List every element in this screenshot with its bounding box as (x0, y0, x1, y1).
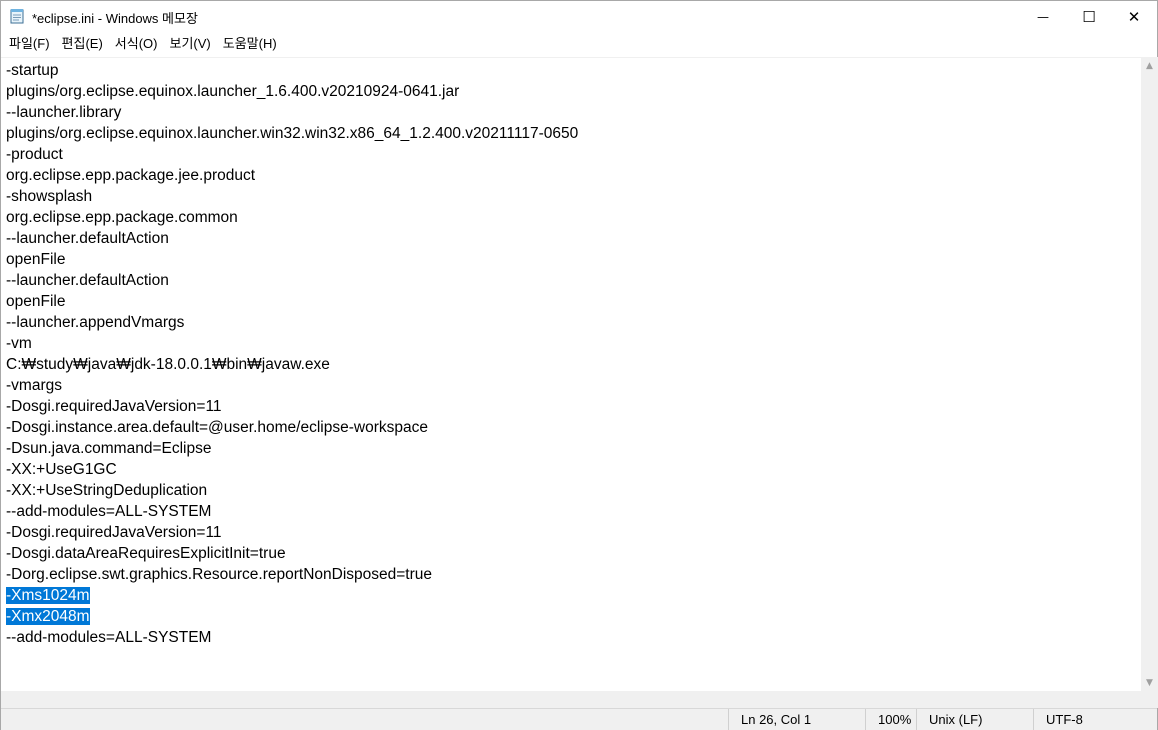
line-text: -showsplash (6, 188, 93, 205)
line-text: plugins/org.eclipse.equinox.launcher.win… (6, 125, 579, 142)
menu-help[interactable]: 도움말(H) (217, 33, 283, 55)
line-text: -Dosgi.requiredJavaVersion=11 (6, 398, 222, 415)
menu-view[interactable]: 보기(V) (163, 33, 216, 55)
text-line[interactable]: -XX:+UseStringDeduplication (6, 480, 578, 501)
line-text: --launcher.appendVmargs (6, 314, 185, 331)
text-line[interactable]: C:₩study₩java₩jdk-18.0.0.1₩bin₩javaw.exe (6, 354, 578, 375)
line-text: -XX:+UseG1GC (6, 461, 117, 478)
text-line[interactable]: -vm (6, 333, 578, 354)
horizontal-scrollbar[interactable] (1, 691, 1141, 708)
close-icon: ✕ (1127, 7, 1141, 26)
line-text: org.eclipse.epp.package.jee.product (6, 167, 256, 184)
minimize-icon: — (1037, 9, 1049, 24)
line-text: -vmargs (6, 377, 62, 394)
text-line[interactable]: -Dosgi.requiredJavaVersion=11 (6, 396, 578, 417)
line-text: --add-modules=ALL-SYSTEM (6, 629, 212, 646)
maximize-button[interactable]: ☐ (1066, 1, 1112, 32)
line-text: -vm (6, 335, 32, 352)
text-line[interactable]: -Dosgi.instance.area.default=@user.home/… (6, 417, 578, 438)
text-line[interactable]: -Xms1024m (6, 585, 578, 606)
line-text: --add-modules=ALL-SYSTEM (6, 503, 212, 520)
line-text: -XX:+UseStringDeduplication (6, 482, 208, 499)
line-text: --launcher.library (6, 104, 122, 121)
selected-text: -Xms1024m (6, 587, 90, 604)
window-title: *eclipse.ini - Windows 메모장 (32, 11, 198, 26)
text-line[interactable]: -showsplash (6, 186, 578, 207)
line-text: -Dosgi.requiredJavaVersion=11 (6, 524, 222, 541)
scrollbar-corner (1141, 691, 1158, 708)
text-line[interactable]: -product (6, 144, 578, 165)
menu-file[interactable]: 파일(F) (3, 33, 56, 55)
selected-text: -Xmx2048m (6, 608, 90, 625)
scroll-up-icon[interactable]: ▲ (1141, 57, 1158, 74)
vertical-scrollbar[interactable]: ▲ ▼ (1141, 57, 1158, 691)
menu-format[interactable]: 서식(O) (109, 33, 164, 55)
text-line[interactable]: -startup (6, 60, 578, 81)
menu-bar: 파일(F) 편집(E) 서식(O) 보기(V) 도움말(H) (1, 32, 1157, 56)
line-text: C:₩study₩java₩jdk-18.0.0.1₩bin₩javaw.exe (6, 356, 330, 373)
title-bar[interactable]: *eclipse.ini - Windows 메모장 — ☐ ✕ (1, 1, 1157, 32)
status-bar: Ln 26, Col 1 100% Unix (LF) UTF-8 (1, 708, 1157, 730)
zoom-level: 100% (865, 709, 916, 730)
text-line[interactable]: --launcher.library (6, 102, 578, 123)
text-line[interactable]: -XX:+UseG1GC (6, 459, 578, 480)
text-line[interactable]: -Dosgi.requiredJavaVersion=11 (6, 522, 578, 543)
minimize-button[interactable]: — (1020, 1, 1066, 32)
text-line[interactable]: plugins/org.eclipse.equinox.launcher.win… (6, 123, 578, 144)
line-text: -Dorg.eclipse.swt.graphics.Resource.repo… (6, 566, 433, 583)
text-line[interactable]: --add-modules=ALL-SYSTEM (6, 501, 578, 522)
line-text: org.eclipse.epp.package.common (6, 209, 238, 226)
line-text: openFile (6, 251, 66, 268)
text-line[interactable]: -Xmx2048m (6, 606, 578, 627)
line-text: -startup (6, 62, 59, 79)
line-ending: Unix (LF) (916, 709, 1033, 730)
line-text: -Dosgi.instance.area.default=@user.home/… (6, 419, 428, 436)
line-text: -product (6, 146, 63, 163)
menu-edit[interactable]: 편집(E) (56, 33, 109, 55)
text-line[interactable]: --launcher.defaultAction (6, 270, 578, 291)
line-text: plugins/org.eclipse.equinox.launcher_1.6… (6, 83, 460, 100)
text-line[interactable]: --add-modules=ALL-SYSTEM (6, 627, 578, 648)
text-line[interactable]: --launcher.appendVmargs (6, 312, 578, 333)
line-text: -Dsun.java.command=Eclipse (6, 440, 212, 457)
text-line[interactable]: -Dorg.eclipse.swt.graphics.Resource.repo… (6, 564, 578, 585)
cursor-position: Ln 26, Col 1 (728, 709, 865, 730)
encoding: UTF-8 (1033, 709, 1157, 730)
text-line[interactable]: openFile (6, 249, 578, 270)
editor-text[interactable]: -startup plugins/org.eclipse.equinox.laun… (6, 60, 578, 648)
line-text: -Dosgi.dataAreaRequiresExplicitInit=true (6, 545, 286, 562)
text-line[interactable]: -vmargs (6, 375, 578, 396)
text-line[interactable]: org.eclipse.epp.package.jee.product (6, 165, 578, 186)
text-line[interactable]: openFile (6, 291, 578, 312)
maximize-icon: ☐ (1082, 7, 1096, 26)
text-line[interactable]: org.eclipse.epp.package.common (6, 207, 578, 228)
line-text: --launcher.defaultAction (6, 272, 169, 289)
text-line[interactable]: -Dosgi.dataAreaRequiresExplicitInit=true (6, 543, 578, 564)
line-text: openFile (6, 293, 66, 310)
close-button[interactable]: ✕ (1111, 1, 1157, 32)
notepad-icon (10, 8, 24, 24)
scroll-down-icon[interactable]: ▼ (1141, 674, 1158, 691)
text-line[interactable]: -Dsun.java.command=Eclipse (6, 438, 578, 459)
text-editor[interactable]: -startup plugins/org.eclipse.equinox.laun… (1, 57, 1141, 691)
line-text: --launcher.defaultAction (6, 230, 169, 247)
notepad-window: *eclipse.ini - Windows 메모장 — ☐ ✕ 파일(F) 편… (0, 0, 1158, 730)
text-line[interactable]: plugins/org.eclipse.equinox.launcher_1.6… (6, 81, 578, 102)
text-line[interactable]: --launcher.defaultAction (6, 228, 578, 249)
